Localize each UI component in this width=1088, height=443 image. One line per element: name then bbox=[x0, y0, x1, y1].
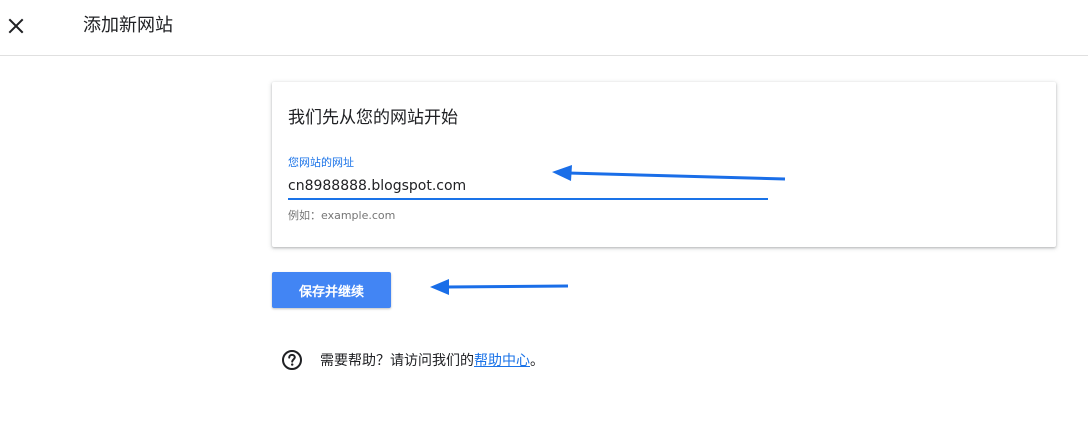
help-circle-icon bbox=[282, 350, 302, 370]
url-input[interactable] bbox=[288, 174, 768, 200]
save-and-continue-button[interactable]: 保存并继续 bbox=[272, 272, 391, 308]
help-suffix: 。 bbox=[530, 353, 544, 369]
page-title: 添加新网站 bbox=[83, 15, 173, 36]
help-text: 需要帮助？请访问我们的帮助中心。 bbox=[320, 350, 544, 370]
close-icon bbox=[8, 18, 24, 34]
close-button[interactable] bbox=[2, 10, 30, 42]
card-heading: 我们先从您的网站开始 bbox=[288, 108, 458, 128]
top-bar: 添加新网站 bbox=[0, 0, 1088, 56]
annotation-arrow-button bbox=[430, 279, 569, 295]
help-center-link[interactable]: 帮助中心 bbox=[474, 353, 530, 369]
website-card: 我们先从您的网站开始 您网站的网址 例如：example.com bbox=[272, 82, 1056, 247]
url-field-label: 您网站的网址 bbox=[288, 156, 354, 169]
help-row: 需要帮助？请访问我们的帮助中心。 bbox=[281, 348, 544, 372]
url-field-hint: 例如：example.com bbox=[288, 209, 396, 222]
help-prefix: 需要帮助？请访问我们的 bbox=[320, 353, 474, 369]
